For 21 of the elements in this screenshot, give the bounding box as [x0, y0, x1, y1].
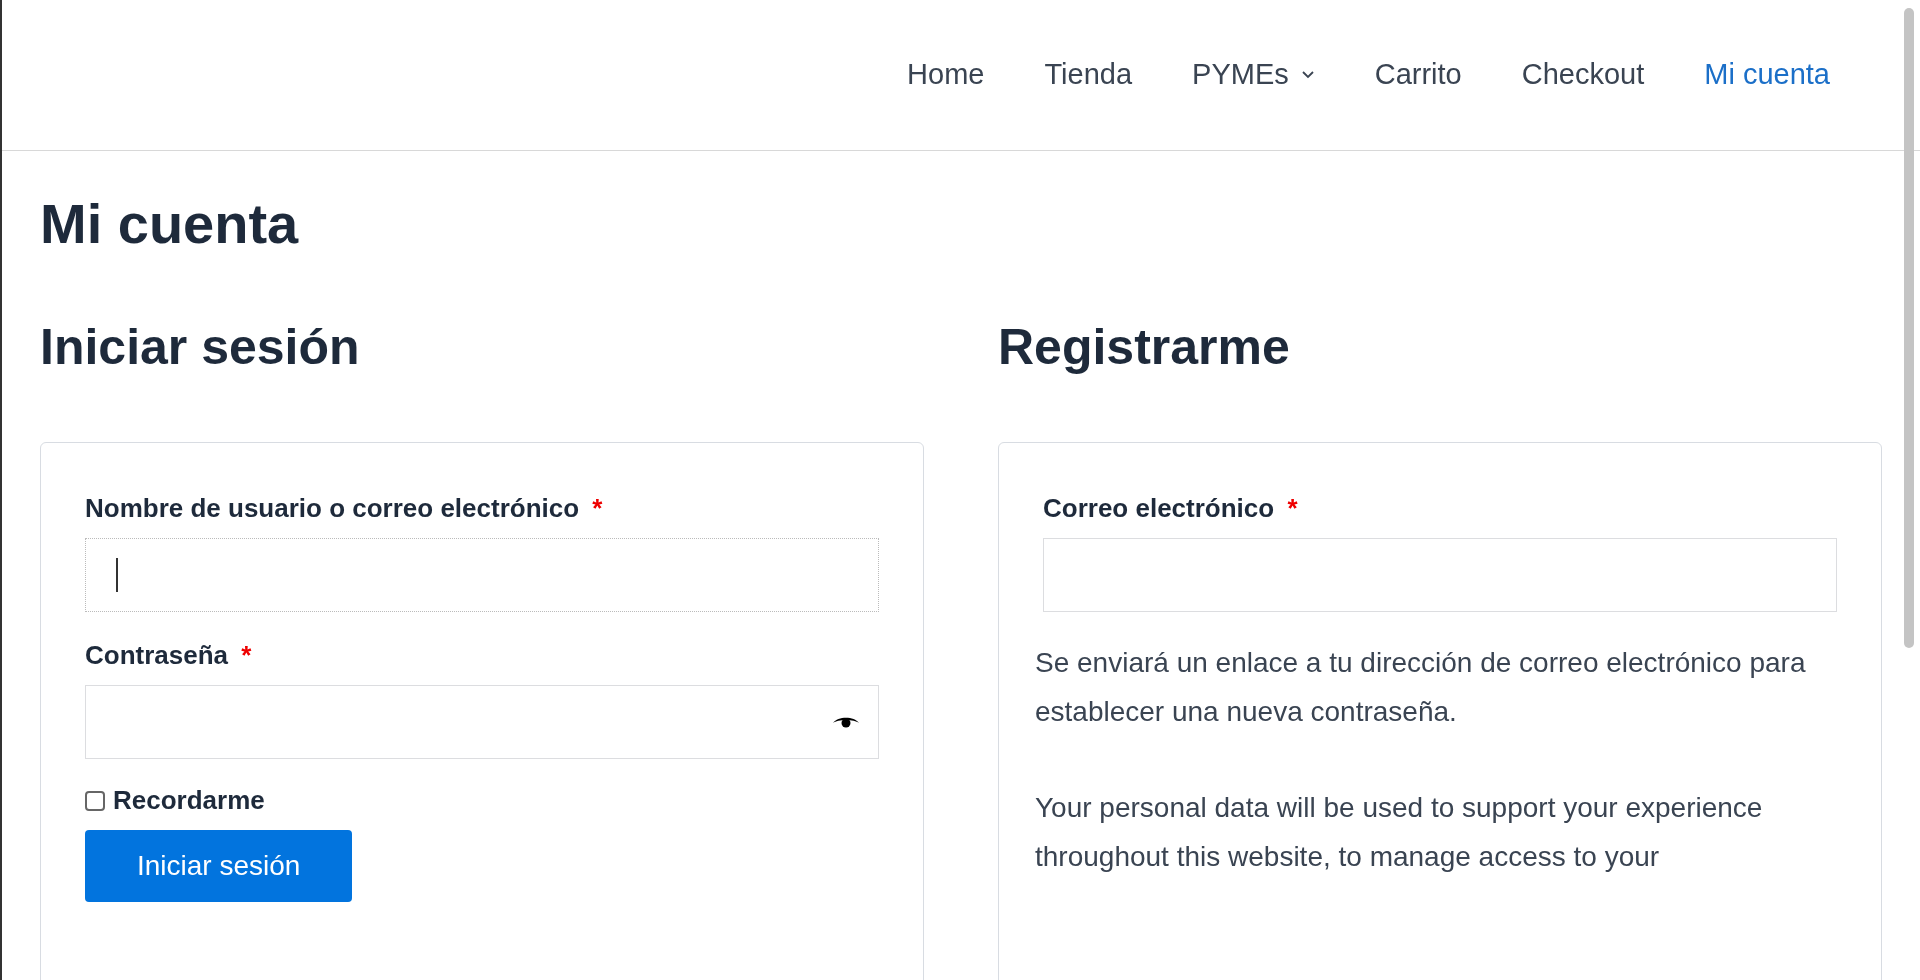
input-field[interactable] [85, 685, 879, 759]
section-heading: Iniciar sesión [40, 318, 361, 376]
checkbox-label: Recordarme [113, 785, 265, 816]
info-text: Your personal data will be used to support your experience throughout this website, to manage access to your [1035, 791, 1764, 874]
nav-link[interactable]: PYMEs [1192, 57, 1315, 91]
field-label: Correo electrónico * [1043, 493, 1299, 524]
nav-link[interactable]: Tienda [1044, 57, 1133, 91]
field-label: Contraseña * [85, 640, 253, 671]
input-field[interactable] [1043, 538, 1837, 612]
nav-link[interactable]: Carrito [1374, 57, 1462, 91]
nav-link[interactable]: Checkout [1521, 57, 1645, 91]
scrollbar[interactable] [1904, 8, 1914, 648]
login-button[interactable]: Iniciar sesión [85, 830, 353, 902]
field-label: Nombre de usuario o correo electrónico * [85, 493, 604, 524]
section-heading: Registrarme [998, 318, 1291, 376]
nav-link[interactable]: Home [907, 57, 985, 91]
info-text: Se enviará un enlace a tu dirección de correo electrónico para establecer una nueva contraseña. [1035, 646, 1807, 729]
input-field[interactable] [85, 538, 879, 612]
nav-link[interactable]: Mi cuenta [1704, 57, 1830, 91]
page-title: Mi cuenta [40, 191, 300, 256]
checkbox[interactable] [85, 790, 105, 811]
